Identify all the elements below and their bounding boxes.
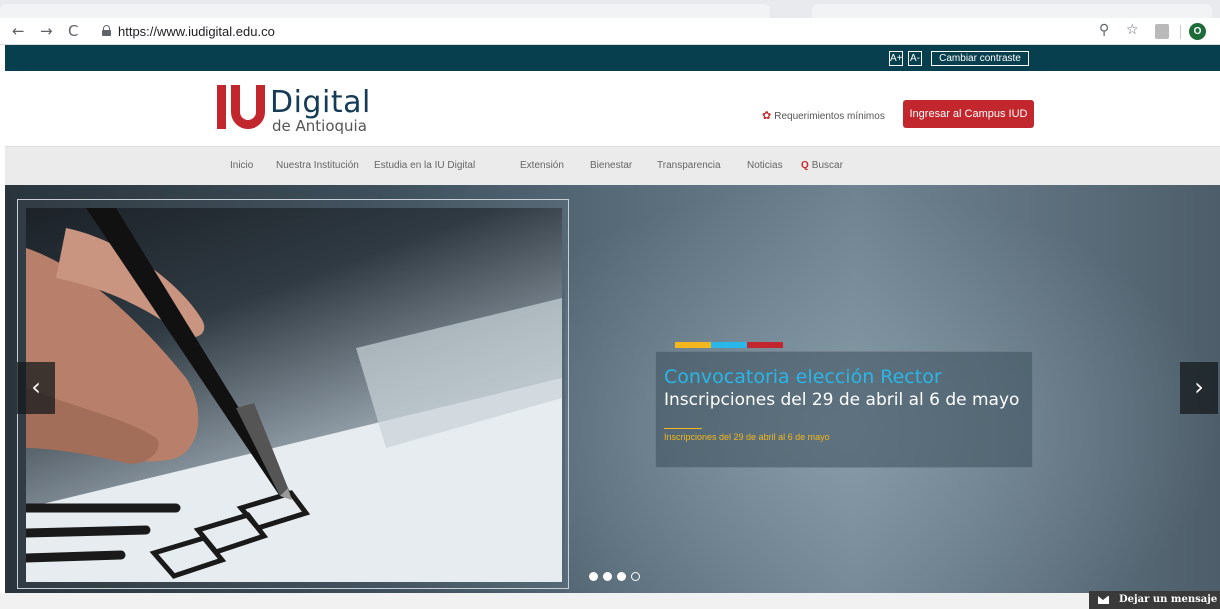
back-icon[interactable]: ← [12, 22, 25, 40]
search-icon: Q [801, 160, 809, 171]
nav-item-extension[interactable]: Extensión [520, 160, 564, 171]
browser-tab-strip [0, 0, 1220, 18]
slide-dot-4[interactable] [631, 572, 640, 581]
stripe-blue [711, 342, 747, 348]
leave-message-label: Dejar un mensaje [1119, 594, 1218, 605]
address-bar[interactable]: https://www.iudigital.edu.co [96, 21, 1160, 42]
slide-dot-3[interactable] [617, 572, 626, 581]
envelope-icon [1098, 596, 1109, 604]
nav-item-institucion[interactable]: Nuestra Institución [276, 160, 359, 171]
logo-text: Digital [270, 85, 371, 120]
profile-avatar[interactable]: O [1189, 23, 1206, 40]
accessibility-bar: A+ A- Cambiar contraste [5, 45, 1220, 71]
prev-slide-button[interactable]: ‹ [17, 362, 55, 414]
slide-photo [26, 208, 562, 582]
pdf-extension-icon[interactable] [1155, 24, 1169, 39]
url-text[interactable]: https://www.iudigital.edu.co [118, 24, 275, 39]
lock-icon [102, 25, 111, 36]
decrease-font-button[interactable]: A- [908, 51, 922, 66]
leave-message-button[interactable]: Dejar un mensaje [1089, 591, 1220, 609]
slide-title: Convocatoria elección Rector [664, 366, 942, 388]
requirements-link[interactable]: ✿ Requerimientos mínimos [762, 109, 885, 122]
increase-font-button[interactable]: A+ [889, 51, 903, 66]
requirements-label: Requerimientos mínimos [774, 111, 885, 122]
browser-tab[interactable] [0, 4, 770, 18]
nav-item-noticias[interactable]: Noticias [747, 160, 783, 171]
bookmark-star-icon[interactable]: ☆ [1126, 22, 1139, 38]
logo-subtext: de Antioquia [272, 117, 367, 135]
campus-login-button[interactable]: Ingresar al Campus IUD [903, 100, 1034, 128]
toolbar-divider [1180, 25, 1181, 39]
site-logo[interactable]: Digital de Antioquia [217, 81, 377, 135]
color-stripes [675, 342, 783, 348]
browser-tab[interactable] [812, 4, 1212, 18]
contrast-button[interactable]: Cambiar contraste [931, 51, 1029, 66]
slide-caption: Convocatoria elección Rector Inscripcion… [655, 351, 1033, 468]
gear-icon: ✿ [762, 109, 772, 122]
nav-item-estudia[interactable]: Estudia en la IU Digital [374, 160, 475, 171]
slide-dot-2[interactable] [603, 572, 612, 581]
page-footer-strip [0, 593, 1220, 609]
slide-subtitle: Inscripciones del 29 de abril al 6 de ma… [664, 390, 1020, 410]
zoom-icon[interactable]: ⚲ [1099, 22, 1109, 38]
search-label: Buscar [811, 160, 843, 171]
slide-dot-1[interactable] [589, 572, 598, 581]
site-header: Digital de Antioquia ✿ Requerimientos mín… [5, 71, 1220, 146]
nav-item-transparencia[interactable]: Transparencia [657, 160, 721, 171]
caption-underline [664, 428, 702, 429]
reload-icon[interactable]: C [68, 22, 78, 40]
slide-photo-frame [17, 199, 569, 589]
slide-detail-link[interactable]: Inscripciones del 29 de abril al 6 de ma… [664, 432, 830, 442]
browser-toolbar: ← → C https://www.iudigital.edu.co ⚲ ☆ O [0, 18, 1220, 45]
next-slide-button[interactable]: › [1180, 362, 1218, 414]
logo-i-mark [217, 85, 226, 129]
hero-slider: ‹ › Convocatoria elección Rector Inscrip… [5, 185, 1220, 593]
ballot-illustration [26, 208, 562, 582]
logo-u-mark [231, 85, 265, 129]
forward-icon[interactable]: → [40, 22, 53, 40]
main-navigation: Inicio Nuestra Institución Estudia en la… [5, 146, 1220, 185]
nav-item-bienestar[interactable]: Bienestar [590, 160, 632, 171]
nav-item-inicio[interactable]: Inicio [230, 160, 253, 171]
nav-item-buscar[interactable]: Q Buscar [801, 160, 843, 171]
stripe-red [747, 342, 783, 348]
stripe-yellow [675, 342, 711, 348]
